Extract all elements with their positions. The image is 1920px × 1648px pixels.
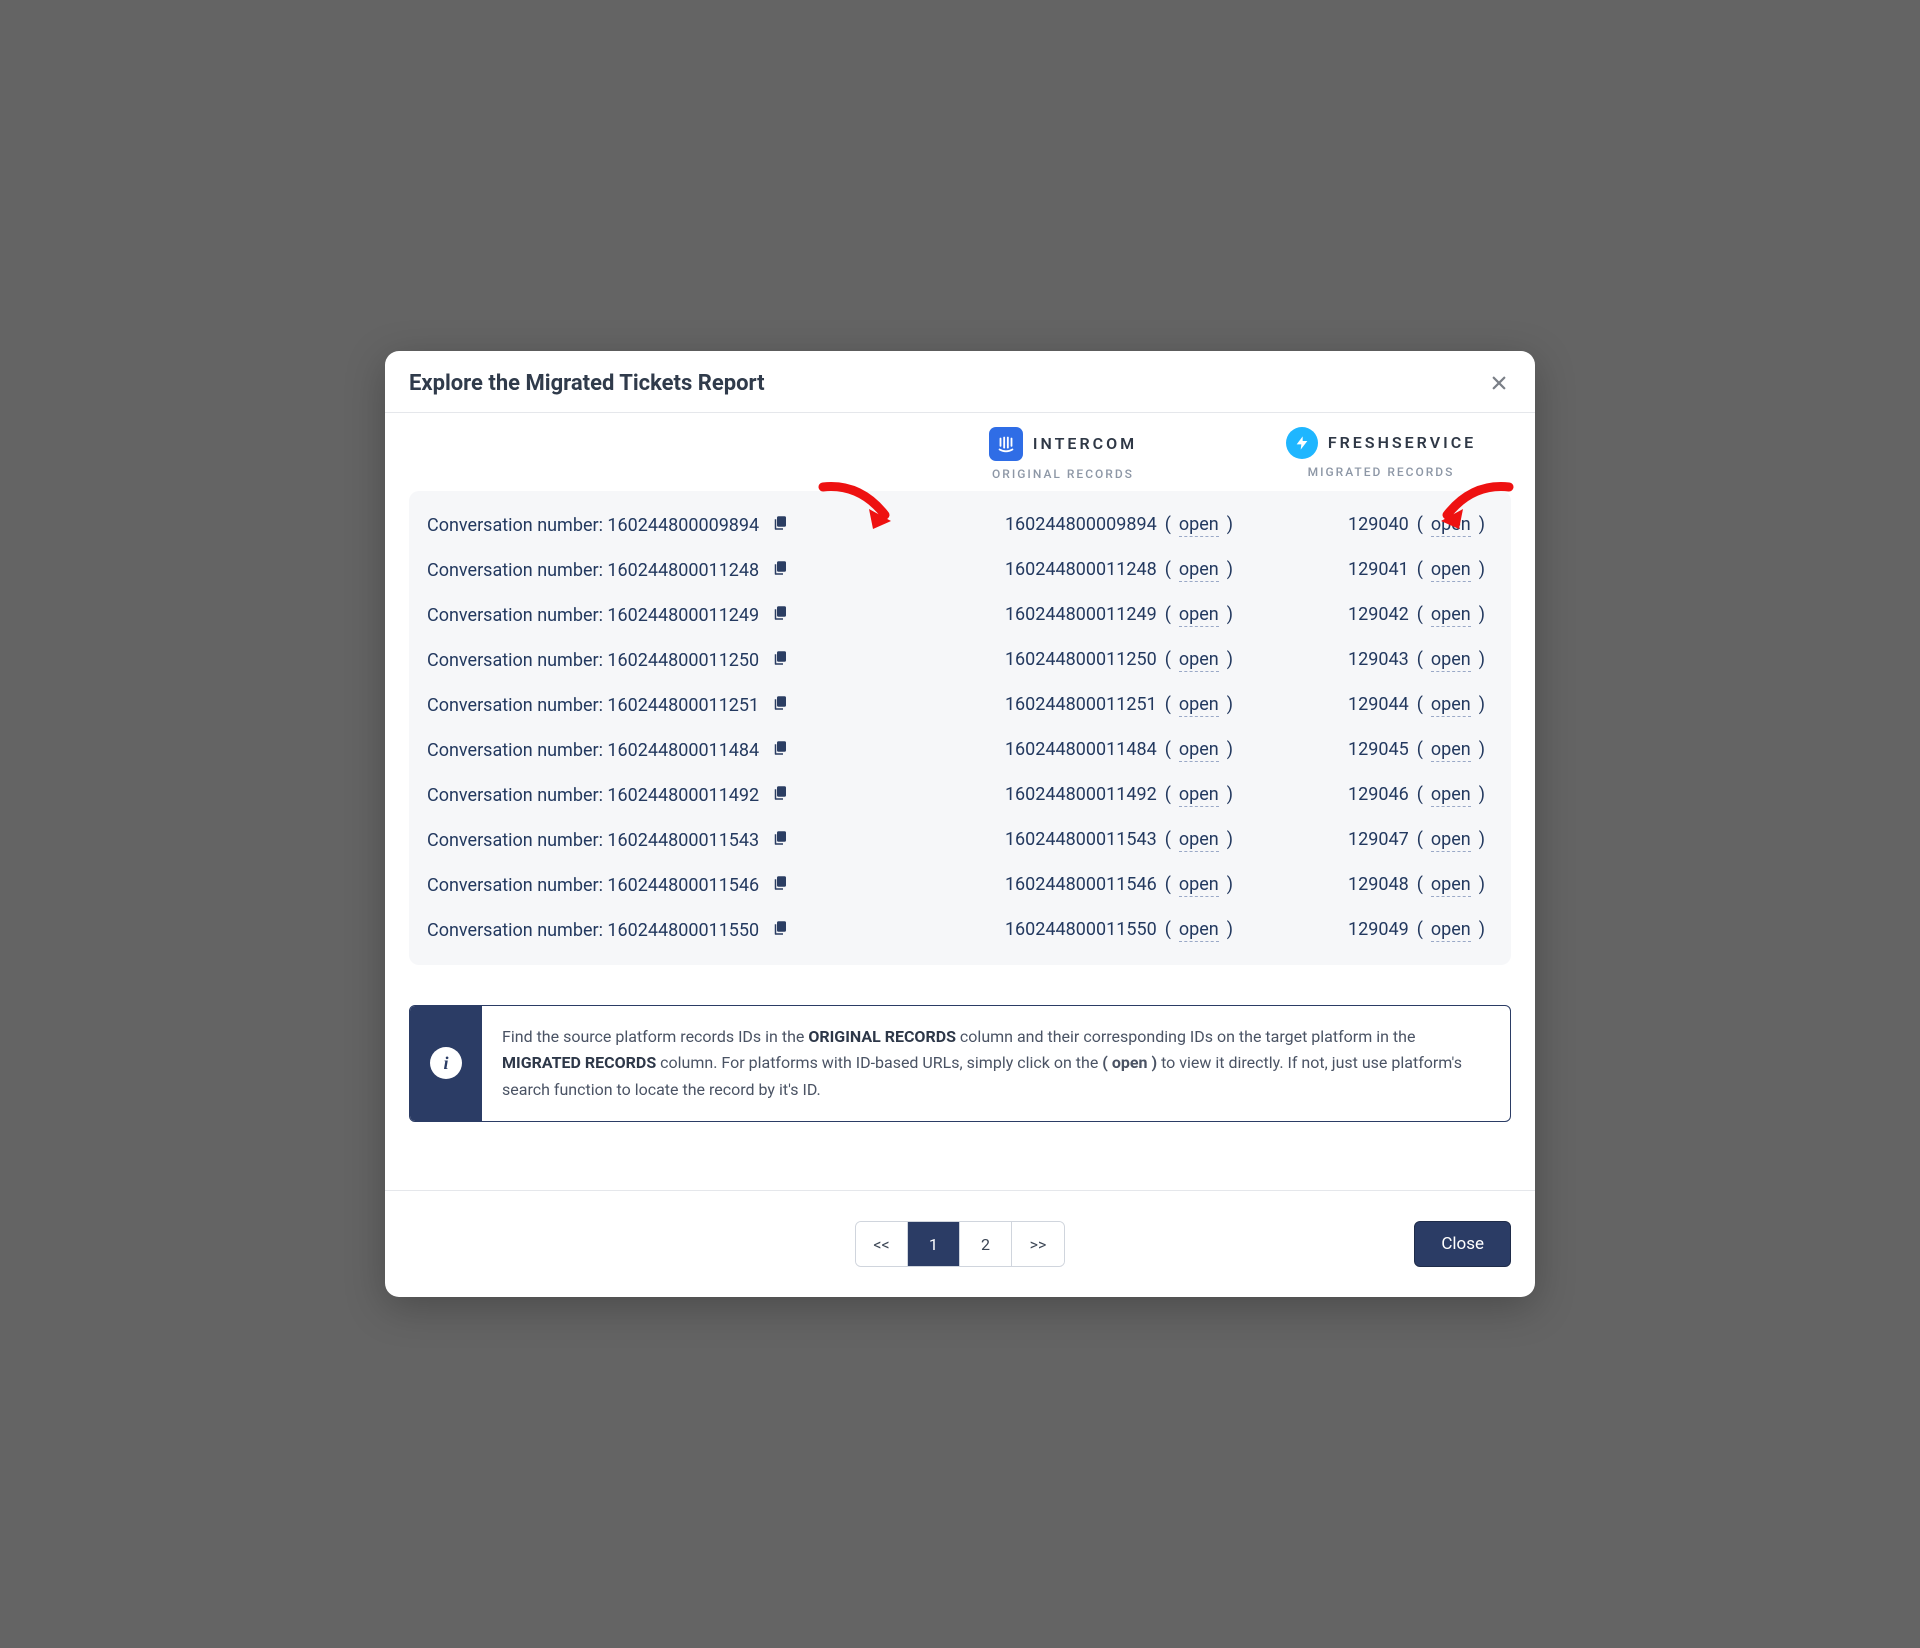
migrated-id-cell: 129048(open): [1269, 874, 1493, 897]
modal-title: Explore the Migrated Tickets Report: [409, 371, 765, 396]
conversation-label: Conversation number: 160244800011543: [427, 829, 857, 852]
migrated-brand-name: FRESHSERVICE: [1328, 433, 1476, 452]
migrated-tickets-modal: Explore the Migrated Tickets Report INTE…: [385, 351, 1535, 1297]
conversation-label: Conversation number: 160244800011250: [427, 649, 857, 672]
modal-body: INTERCOM ORIGINAL RECORDS FRESHSERVICE M…: [385, 413, 1535, 1142]
open-original-link[interactable]: open: [1179, 739, 1219, 762]
open-migrated-link[interactable]: open: [1431, 784, 1471, 807]
original-brand-name: INTERCOM: [1033, 434, 1137, 453]
migrated-id-cell: 129049(open): [1269, 919, 1493, 942]
open-original-link[interactable]: open: [1179, 829, 1219, 852]
original-id-cell: 160244800011550(open): [857, 919, 1269, 942]
original-id-cell: 160244800011250(open): [857, 649, 1269, 672]
open-original-link[interactable]: open: [1179, 694, 1219, 717]
conversation-label: Conversation number: 160244800011249: [427, 604, 857, 627]
table-row: Conversation number: 1602448000115461602…: [427, 863, 1493, 908]
modal-footer: <<12>> Close: [385, 1191, 1535, 1297]
copy-icon[interactable]: [771, 739, 789, 762]
copy-icon[interactable]: [771, 919, 789, 942]
table-row: Conversation number: 1602448000115501602…: [427, 908, 1493, 953]
modal-header: Explore the Migrated Tickets Report: [385, 351, 1535, 413]
open-migrated-link[interactable]: open: [1431, 559, 1471, 582]
page-1-button[interactable]: 1: [908, 1222, 960, 1266]
conversation-label: Conversation number: 160244800011484: [427, 739, 857, 762]
conversation-label: Conversation number: 160244800009894: [427, 514, 857, 537]
open-migrated-link[interactable]: open: [1431, 739, 1471, 762]
original-id-cell: 160244800011251(open): [857, 694, 1269, 717]
info-box: i Find the source platform records IDs i…: [409, 1005, 1511, 1122]
migrated-id-cell: 129044(open): [1269, 694, 1493, 717]
copy-icon[interactable]: [771, 829, 789, 852]
freshservice-icon: [1286, 427, 1318, 459]
original-id-cell: 160244800011543(open): [857, 829, 1269, 852]
table-row: Conversation number: 1602448000112481602…: [427, 548, 1493, 593]
conversation-label: Conversation number: 160244800011492: [427, 784, 857, 807]
page-2-button[interactable]: 2: [960, 1222, 1012, 1266]
copy-icon[interactable]: [771, 604, 789, 627]
original-column-header: INTERCOM ORIGINAL RECORDS: [857, 427, 1269, 481]
open-original-link[interactable]: open: [1179, 649, 1219, 672]
migrated-id-cell: 129041(open): [1269, 559, 1493, 582]
table-row: Conversation number: 1602448000112501602…: [427, 638, 1493, 683]
close-icon[interactable]: [1487, 371, 1511, 395]
arrow-indicator-icon: [1427, 479, 1517, 539]
intercom-icon: [989, 427, 1023, 461]
open-original-link[interactable]: open: [1179, 874, 1219, 897]
conversation-label: Conversation number: 160244800011251: [427, 694, 857, 717]
open-original-link[interactable]: open: [1179, 784, 1219, 807]
migrated-id-cell: 129046(open): [1269, 784, 1493, 807]
open-original-link[interactable]: open: [1179, 919, 1219, 942]
migrated-subtitle: MIGRATED RECORDS: [1308, 465, 1455, 479]
open-original-link[interactable]: open: [1179, 514, 1219, 537]
page-prev-button[interactable]: <<: [856, 1222, 908, 1266]
open-migrated-link[interactable]: open: [1431, 829, 1471, 852]
pagination: <<12>>: [855, 1221, 1065, 1267]
original-id-cell: 160244800011248(open): [857, 559, 1269, 582]
info-icon: i: [410, 1006, 482, 1121]
conversation-label: Conversation number: 160244800011546: [427, 874, 857, 897]
migrated-id-cell: 129043(open): [1269, 649, 1493, 672]
original-id-cell: 160244800009894(open): [857, 514, 1269, 537]
table-row: Conversation number: 1602448000112491602…: [427, 593, 1493, 638]
table-row: Conversation number: 1602448000114841602…: [427, 728, 1493, 773]
copy-icon[interactable]: [771, 874, 789, 897]
page-next-button[interactable]: >>: [1012, 1222, 1064, 1266]
open-migrated-link[interactable]: open: [1431, 649, 1471, 672]
migrated-id-cell: 129045(open): [1269, 739, 1493, 762]
columns-header: INTERCOM ORIGINAL RECORDS FRESHSERVICE M…: [409, 413, 1511, 491]
copy-icon[interactable]: [771, 694, 789, 717]
migrated-column-header: FRESHSERVICE MIGRATED RECORDS: [1269, 427, 1493, 479]
arrow-indicator-icon: [815, 479, 905, 539]
copy-icon[interactable]: [771, 649, 789, 672]
copy-icon[interactable]: [771, 784, 789, 807]
original-subtitle: ORIGINAL RECORDS: [992, 467, 1134, 481]
open-migrated-link[interactable]: open: [1431, 919, 1471, 942]
copy-icon[interactable]: [771, 514, 789, 537]
table-row: Conversation number: 1602448000098941602…: [427, 503, 1493, 548]
table-row: Conversation number: 1602448000112511602…: [427, 683, 1493, 728]
close-button[interactable]: Close: [1414, 1221, 1511, 1267]
open-migrated-link[interactable]: open: [1431, 604, 1471, 627]
records-table: Conversation number: 1602448000098941602…: [409, 491, 1511, 965]
migrated-id-cell: 129042(open): [1269, 604, 1493, 627]
original-id-cell: 160244800011249(open): [857, 604, 1269, 627]
original-id-cell: 160244800011484(open): [857, 739, 1269, 762]
copy-icon[interactable]: [771, 559, 789, 582]
open-original-link[interactable]: open: [1179, 604, 1219, 627]
open-migrated-link[interactable]: open: [1431, 874, 1471, 897]
original-id-cell: 160244800011546(open): [857, 874, 1269, 897]
conversation-label: Conversation number: 160244800011248: [427, 559, 857, 582]
migrated-id-cell: 129047(open): [1269, 829, 1493, 852]
original-id-cell: 160244800011492(open): [857, 784, 1269, 807]
info-text: Find the source platform records IDs in …: [482, 1006, 1510, 1121]
table-row: Conversation number: 1602448000114921602…: [427, 773, 1493, 818]
open-migrated-link[interactable]: open: [1431, 694, 1471, 717]
conversation-label: Conversation number: 160244800011550: [427, 919, 857, 942]
open-original-link[interactable]: open: [1179, 559, 1219, 582]
table-row: Conversation number: 1602448000115431602…: [427, 818, 1493, 863]
